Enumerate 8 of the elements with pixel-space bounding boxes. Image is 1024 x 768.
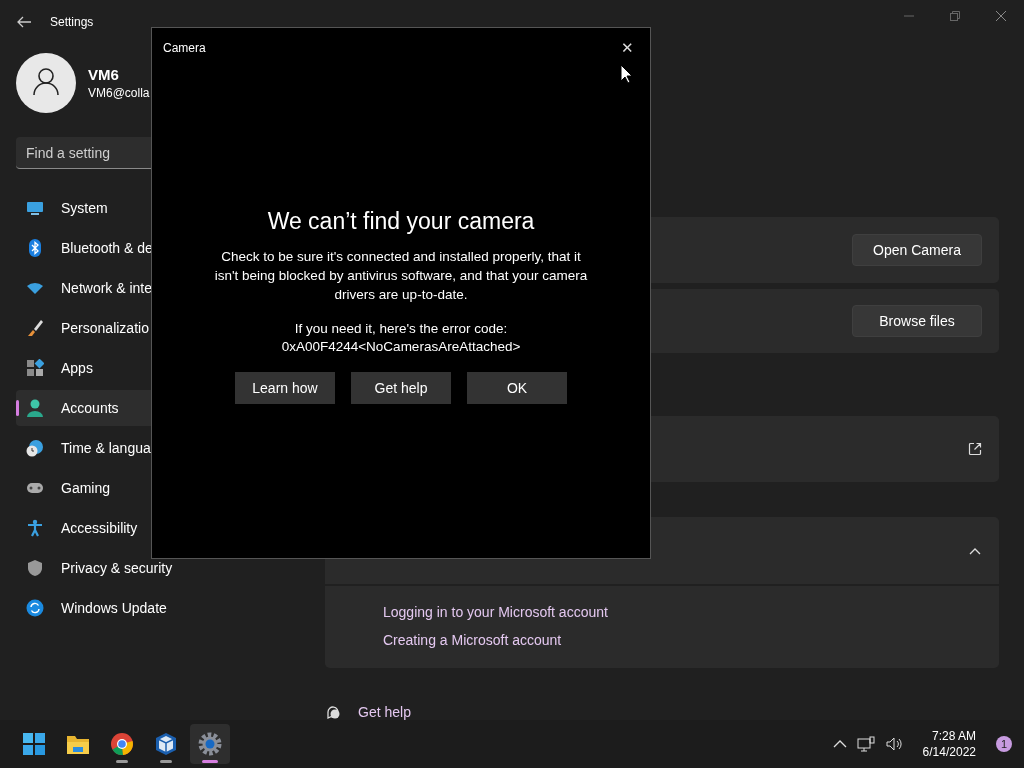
account-name: VM6: [88, 66, 120, 83]
dialog-message: Check to be sure it's connected and installed properly, that it isn't being blocked by antivirus software, and that your camera drivers are up-to-date.: [213, 248, 589, 304]
dialog-heading: We can’t find your camera: [267, 208, 535, 235]
error-code: 0xA00F4244<NoCamerasAreAttached>: [281, 338, 521, 356]
account-email: VM6@colla: [88, 86, 150, 100]
window-title: Settings: [50, 15, 94, 29]
error-intro: If you need it, here's the error code:: [294, 320, 508, 338]
dialog-title: Camera: [163, 41, 206, 55]
